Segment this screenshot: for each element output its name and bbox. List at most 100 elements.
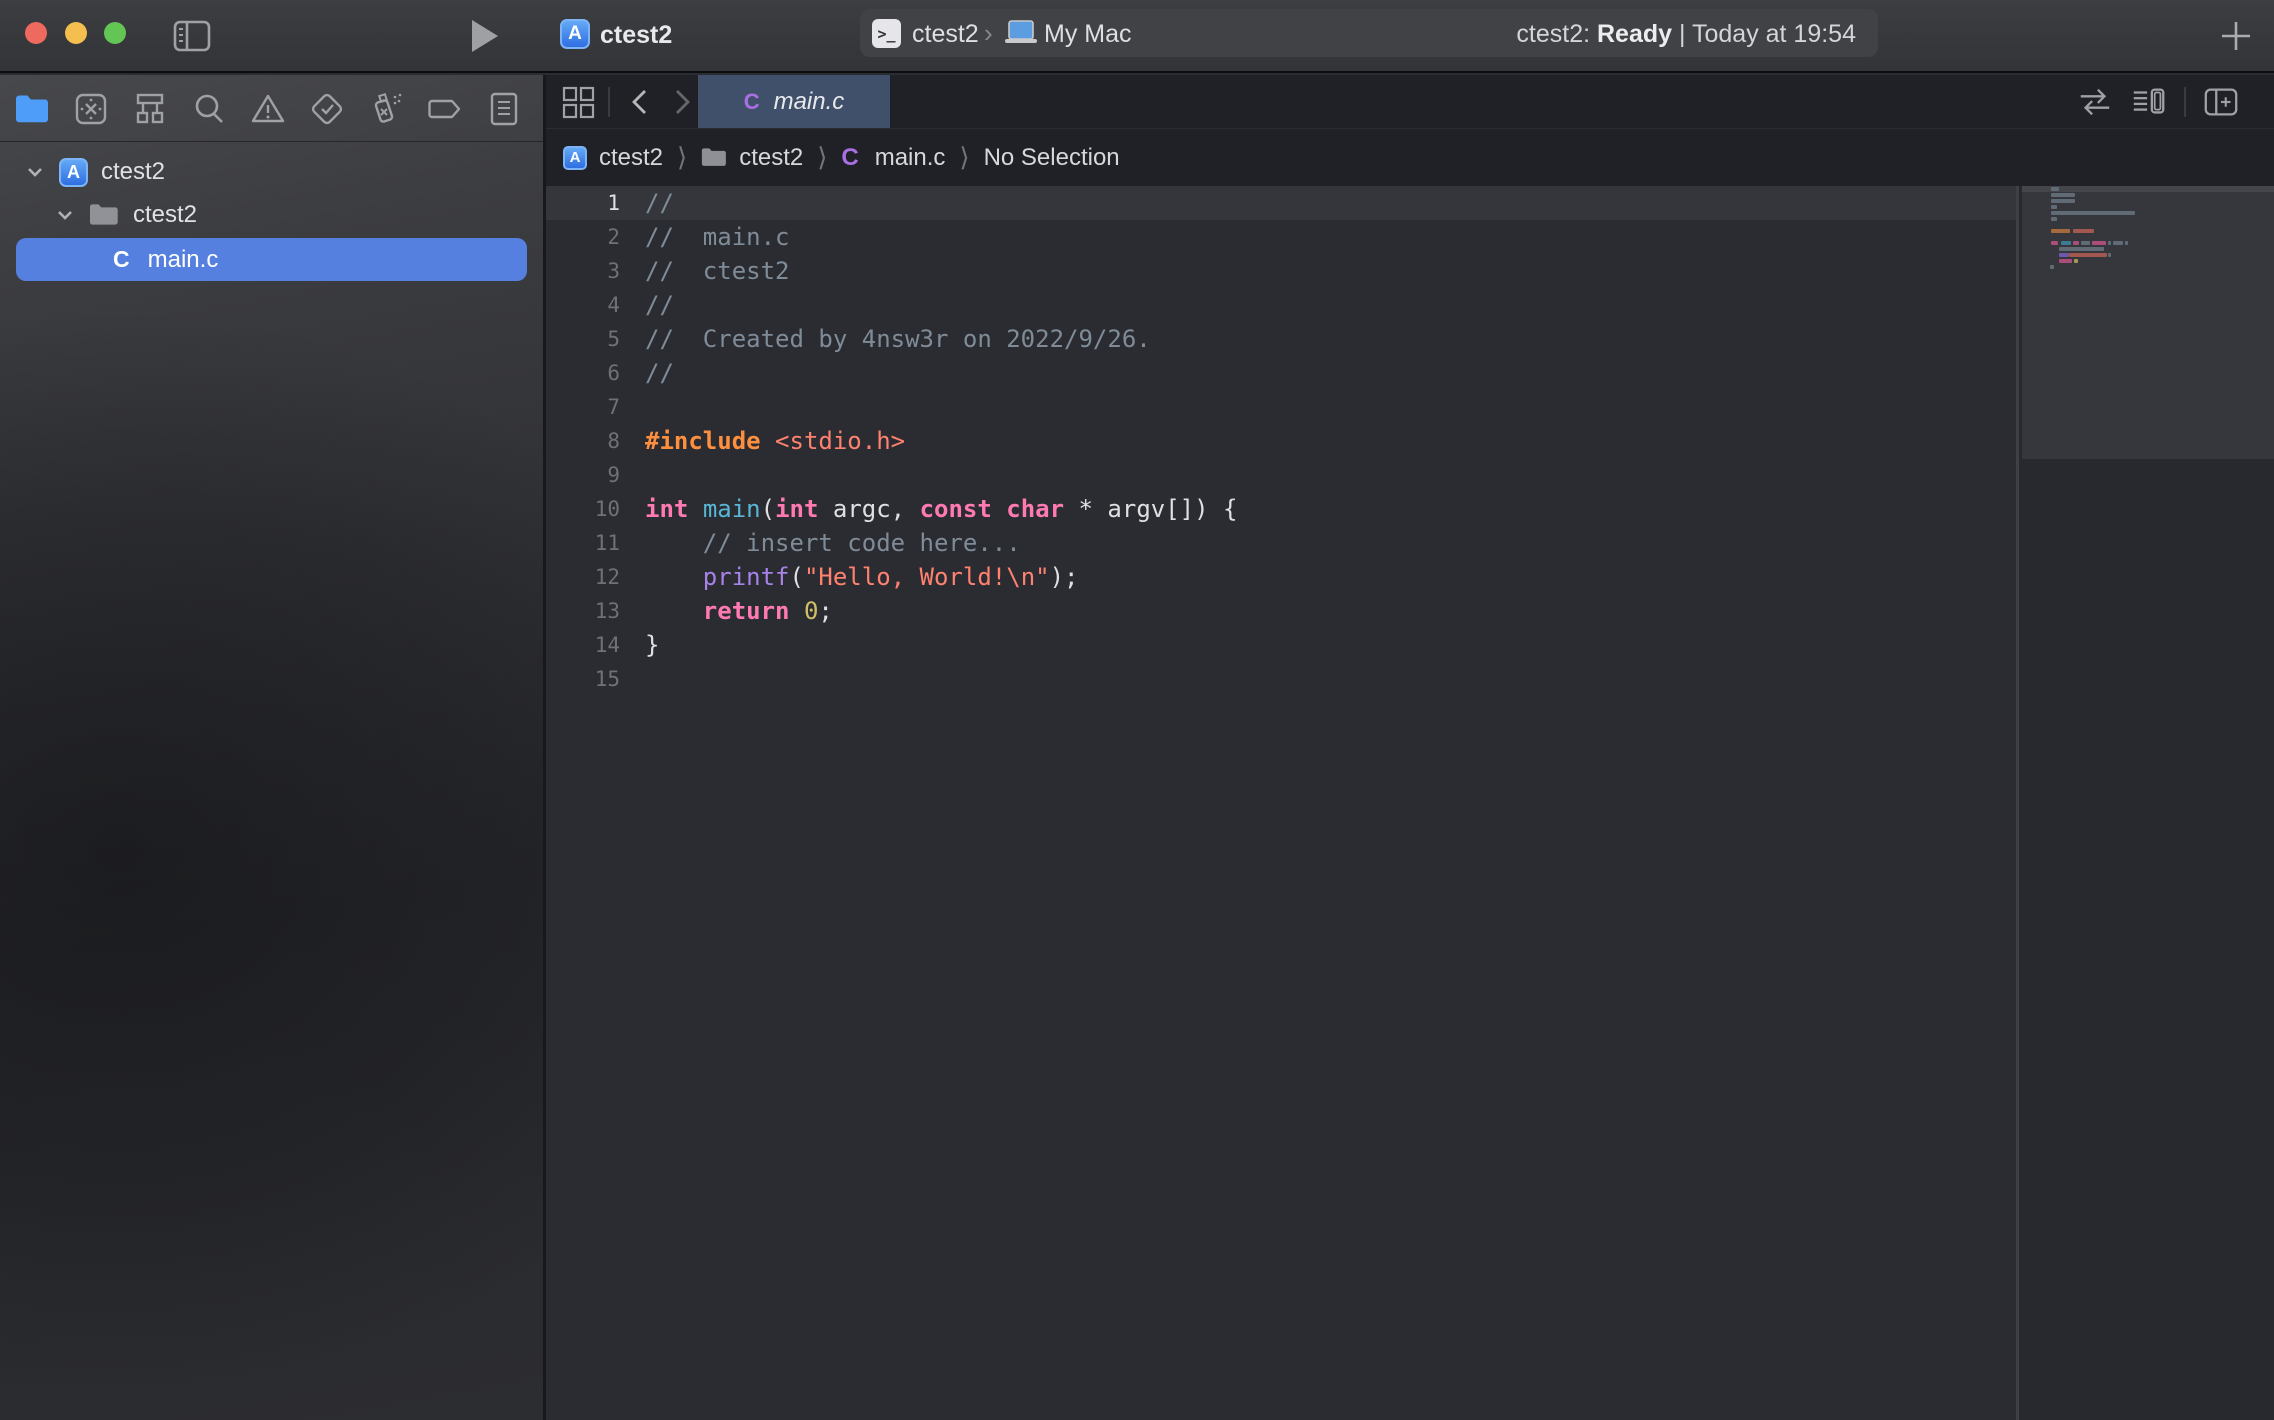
line-number[interactable]: 5 xyxy=(546,322,620,356)
jump-bar: A ctest2 ⟩ ctest2 ⟩ C main.c ⟩ No Select… xyxy=(546,128,2274,186)
code-line[interactable]: 1// xyxy=(546,186,2016,220)
window-title: ctest2 xyxy=(600,21,672,50)
editor-grid-icon[interactable] xyxy=(560,83,598,121)
chevron-right-icon: ⟩ xyxy=(817,142,827,173)
line-number[interactable]: 15 xyxy=(546,662,620,696)
project-navigator-icon[interactable] xyxy=(12,89,52,129)
tab-main-c[interactable]: C main.c xyxy=(698,75,890,128)
add-editor-icon[interactable] xyxy=(2202,83,2240,121)
line-number[interactable]: 6 xyxy=(546,356,620,390)
minimap-line-bar xyxy=(2051,193,2075,197)
source-control-navigator-icon[interactable] xyxy=(71,89,111,129)
code-line[interactable]: 8#include <stdio.h> xyxy=(546,424,2016,458)
chevron-down-icon[interactable] xyxy=(25,162,45,182)
minimap[interactable] xyxy=(2016,186,2274,1420)
report-navigator-icon[interactable] xyxy=(484,89,524,129)
line-number[interactable]: 1 xyxy=(546,186,620,220)
toggle-navigator-icon[interactable] xyxy=(172,16,212,56)
run-button[interactable] xyxy=(472,20,498,52)
tree-item-label: main.c xyxy=(148,246,219,274)
chevron-right-icon: › xyxy=(984,18,993,49)
toolbar: A ctest2 >_ ctest2 › My Mac ctest2: Read… xyxy=(0,0,2274,73)
tree-item-group[interactable]: ctest2 xyxy=(55,193,197,237)
project-app-icon: A xyxy=(560,19,590,49)
issue-navigator-icon[interactable] xyxy=(248,89,288,129)
tree-item-label: ctest2 xyxy=(101,158,165,186)
run-destination-button[interactable]: My Mac xyxy=(1044,20,1132,49)
chevron-down-icon[interactable] xyxy=(55,205,75,225)
code-line[interactable]: 6// xyxy=(546,356,2016,390)
line-number[interactable]: 9 xyxy=(546,458,620,492)
tree-item-file-content: C main.c xyxy=(113,238,218,281)
line-number[interactable]: 13 xyxy=(546,594,620,628)
scheme-target-button[interactable]: ctest2 xyxy=(912,20,979,49)
code-line[interactable]: 5// Created by 4nsw3r on 2022/9/26. xyxy=(546,322,2016,356)
editor-options-icon[interactable] xyxy=(2130,83,2168,121)
line-number[interactable]: 3 xyxy=(546,254,620,288)
status-project: ctest2: xyxy=(1516,20,1597,48)
minimap-current-line xyxy=(2022,186,2274,192)
code-text: // Created by 4nsw3r on 2022/9/26. xyxy=(620,322,1151,356)
close-window-button[interactable] xyxy=(25,22,47,44)
code-line[interactable]: 12 printf("Hello, World!\n"); xyxy=(546,560,2016,594)
go-forward-icon[interactable] xyxy=(662,83,700,121)
breadcrumb-item-group[interactable]: ctest2 xyxy=(739,144,803,172)
code-review-icon[interactable] xyxy=(2076,83,2114,121)
line-number[interactable]: 4 xyxy=(546,288,620,322)
minimap-line-bar xyxy=(2061,241,2071,245)
code-text: #include <stdio.h> xyxy=(620,424,905,458)
minimap-line-bar xyxy=(2051,241,2058,245)
minimap-line-bar xyxy=(2108,241,2111,245)
debug-navigator-icon[interactable] xyxy=(366,89,406,129)
code-line[interactable]: 9 xyxy=(546,458,2016,492)
status-state: Ready xyxy=(1597,20,1672,48)
code-text: // xyxy=(620,288,674,322)
minimap-line-bar xyxy=(2051,199,2075,203)
code-line[interactable]: 4// xyxy=(546,288,2016,322)
breadcrumb-item-file[interactable]: main.c xyxy=(875,144,946,172)
line-number[interactable]: 14 xyxy=(546,628,620,662)
line-number[interactable]: 10 xyxy=(546,492,620,526)
minimize-window-button[interactable] xyxy=(65,22,87,44)
minimap-line-bar xyxy=(2073,229,2094,233)
breadcrumb-item-selection[interactable]: No Selection xyxy=(984,144,1120,172)
code-line[interactable]: 3// ctest2 xyxy=(546,254,2016,288)
line-number[interactable]: 11 xyxy=(546,526,620,560)
code-line[interactable]: 13 return 0; xyxy=(546,594,2016,628)
test-navigator-icon[interactable] xyxy=(307,89,347,129)
library-add-icon[interactable] xyxy=(2218,18,2254,54)
minimap-viewport xyxy=(2022,186,2274,459)
code-line[interactable]: 15 xyxy=(546,662,2016,696)
minimap-line-bar xyxy=(2051,217,2057,221)
code-text: // main.c xyxy=(620,220,790,254)
zoom-window-button[interactable] xyxy=(104,22,126,44)
symbol-navigator-icon[interactable] xyxy=(130,89,170,129)
tree-item-selected-file[interactable]: C main.c xyxy=(16,238,527,281)
breadcrumb-item-project[interactable]: ctest2 xyxy=(599,144,663,172)
source-editor[interactable]: 1//2// main.c3// ctest24//5// Created by… xyxy=(546,186,2016,1420)
folder-icon xyxy=(701,147,727,168)
tree-item-project[interactable]: A ctest2 xyxy=(25,150,165,194)
tab-bar: C main.c xyxy=(546,75,2274,128)
code-line[interactable]: 2// main.c xyxy=(546,220,2016,254)
go-back-icon[interactable] xyxy=(622,83,660,121)
find-navigator-icon[interactable] xyxy=(189,89,229,129)
project-app-icon: A xyxy=(59,158,88,187)
code-line[interactable]: 14} xyxy=(546,628,2016,662)
code-line[interactable]: 10int main(int argc, const char * argv[]… xyxy=(546,492,2016,526)
minimap-line-bar xyxy=(2125,241,2128,245)
line-number[interactable]: 7 xyxy=(546,390,620,424)
minimap-line-bar xyxy=(2051,205,2057,209)
code-text: // ctest2 xyxy=(620,254,790,288)
line-number[interactable]: 8 xyxy=(546,424,620,458)
code-line[interactable]: 11 // insert code here... xyxy=(546,526,2016,560)
code-text: } xyxy=(620,628,659,662)
code-text xyxy=(620,662,645,696)
code-line[interactable]: 7 xyxy=(546,390,2016,424)
minimap-line-bar xyxy=(2113,241,2123,245)
line-number[interactable]: 2 xyxy=(546,220,620,254)
breakpoint-navigator-icon[interactable] xyxy=(425,89,465,129)
line-number[interactable]: 12 xyxy=(546,560,620,594)
minimap-line-bar xyxy=(2051,187,2059,191)
code-text: return 0; xyxy=(620,594,833,628)
